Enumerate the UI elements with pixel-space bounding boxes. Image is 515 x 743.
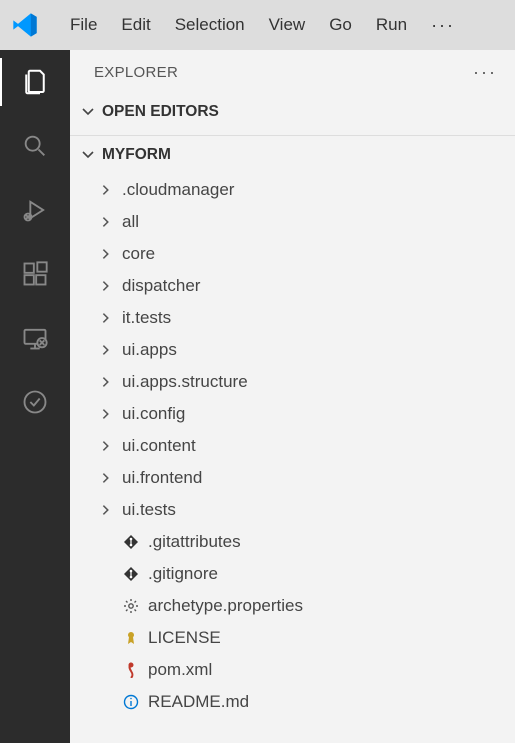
chevron-right-icon xyxy=(98,278,114,294)
folder-row[interactable]: ui.tests xyxy=(92,494,515,526)
license-file-icon xyxy=(122,629,140,647)
menu-file[interactable]: File xyxy=(58,9,109,41)
folder-row[interactable]: .cloudmanager xyxy=(92,174,515,206)
git-file-icon xyxy=(122,565,140,583)
folder-row[interactable]: ui.apps.structure xyxy=(92,366,515,398)
file-label: LICENSE xyxy=(148,628,221,648)
vscode-logo xyxy=(10,10,40,40)
chevron-right-icon xyxy=(98,470,114,486)
folder-label: dispatcher xyxy=(122,276,200,296)
folder-label: ui.config xyxy=(122,404,185,424)
file-row[interactable]: LICENSE xyxy=(92,622,515,654)
file-row[interactable]: archetype.properties xyxy=(92,590,515,622)
folder-row[interactable]: ui.content xyxy=(92,430,515,462)
folder-label: core xyxy=(122,244,155,264)
debug-activity-icon[interactable] xyxy=(17,192,53,228)
file-row[interactable]: .gitattributes xyxy=(92,526,515,558)
workspace-header[interactable]: MYFORM xyxy=(70,142,515,168)
file-row[interactable]: pom.xml xyxy=(92,654,515,686)
file-label: .gitattributes xyxy=(148,532,241,552)
git-file-icon xyxy=(122,533,140,551)
workspace-section: MYFORM .cloudmanager all core dispatcher it.… xyxy=(70,136,515,724)
chevron-right-icon xyxy=(98,310,114,326)
menu-view[interactable]: View xyxy=(257,9,318,41)
chevron-right-icon xyxy=(98,502,114,518)
chevron-right-icon xyxy=(98,406,114,422)
menubar: File Edit Selection View Go Run ··· xyxy=(0,0,515,50)
sidebar-more-icon[interactable]: ··· xyxy=(473,62,497,83)
gear-file-icon xyxy=(122,597,140,615)
file-label: README.md xyxy=(148,692,249,712)
folder-row[interactable]: it.tests xyxy=(92,302,515,334)
folder-label: ui.content xyxy=(122,436,196,456)
menu-edit[interactable]: Edit xyxy=(109,9,162,41)
open-editors-label: OPEN EDITORS xyxy=(102,103,219,121)
activity-bar xyxy=(0,50,70,743)
folder-label: ui.apps.structure xyxy=(122,372,248,392)
file-row[interactable]: README.md xyxy=(92,686,515,718)
folder-row[interactable]: ui.frontend xyxy=(92,462,515,494)
file-label: archetype.properties xyxy=(148,596,303,616)
folder-label: ui.frontend xyxy=(122,468,202,488)
folder-row[interactable]: dispatcher xyxy=(92,270,515,302)
folder-row[interactable]: ui.config xyxy=(92,398,515,430)
folder-label: all xyxy=(122,212,139,232)
folder-label: ui.tests xyxy=(122,500,176,520)
chevron-right-icon xyxy=(98,214,114,230)
chevron-down-icon xyxy=(80,104,96,120)
folder-label: .cloudmanager xyxy=(122,180,234,200)
menu-go[interactable]: Go xyxy=(317,9,364,41)
menu-selection[interactable]: Selection xyxy=(163,9,257,41)
chevron-right-icon xyxy=(98,182,114,198)
folder-label: ui.apps xyxy=(122,340,177,360)
file-tree: .cloudmanager all core dispatcher it.tests ui… xyxy=(70,168,515,718)
open-editors-section[interactable]: OPEN EDITORS xyxy=(70,93,515,131)
task-activity-icon[interactable] xyxy=(17,384,53,420)
chevron-right-icon xyxy=(98,342,114,358)
sidebar-header: EXPLORER ··· xyxy=(70,50,515,93)
file-label: pom.xml xyxy=(148,660,212,680)
remote-activity-icon[interactable] xyxy=(17,320,53,356)
folder-label: it.tests xyxy=(122,308,171,328)
menu-items: File Edit Selection View Go Run ··· xyxy=(58,9,467,42)
explorer-activity-icon[interactable] xyxy=(17,64,53,100)
folder-row[interactable]: core xyxy=(92,238,515,270)
explorer-title: EXPLORER xyxy=(94,64,178,81)
explorer-sidebar: EXPLORER ··· OPEN EDITORS MYFORM .cloudm… xyxy=(70,50,515,743)
xml-file-icon xyxy=(122,661,140,679)
file-row[interactable]: .gitignore xyxy=(92,558,515,590)
menu-run[interactable]: Run xyxy=(364,9,419,41)
chevron-right-icon xyxy=(98,246,114,262)
file-label: .gitignore xyxy=(148,564,218,584)
info-file-icon xyxy=(122,693,140,711)
search-activity-icon[interactable] xyxy=(17,128,53,164)
workspace-name: MYFORM xyxy=(102,146,171,164)
extensions-activity-icon[interactable] xyxy=(17,256,53,292)
menu-more-icon[interactable]: ··· xyxy=(419,9,467,42)
folder-row[interactable]: all xyxy=(92,206,515,238)
chevron-right-icon xyxy=(98,438,114,454)
folder-row[interactable]: ui.apps xyxy=(92,334,515,366)
chevron-right-icon xyxy=(98,374,114,390)
chevron-down-icon xyxy=(80,147,96,163)
